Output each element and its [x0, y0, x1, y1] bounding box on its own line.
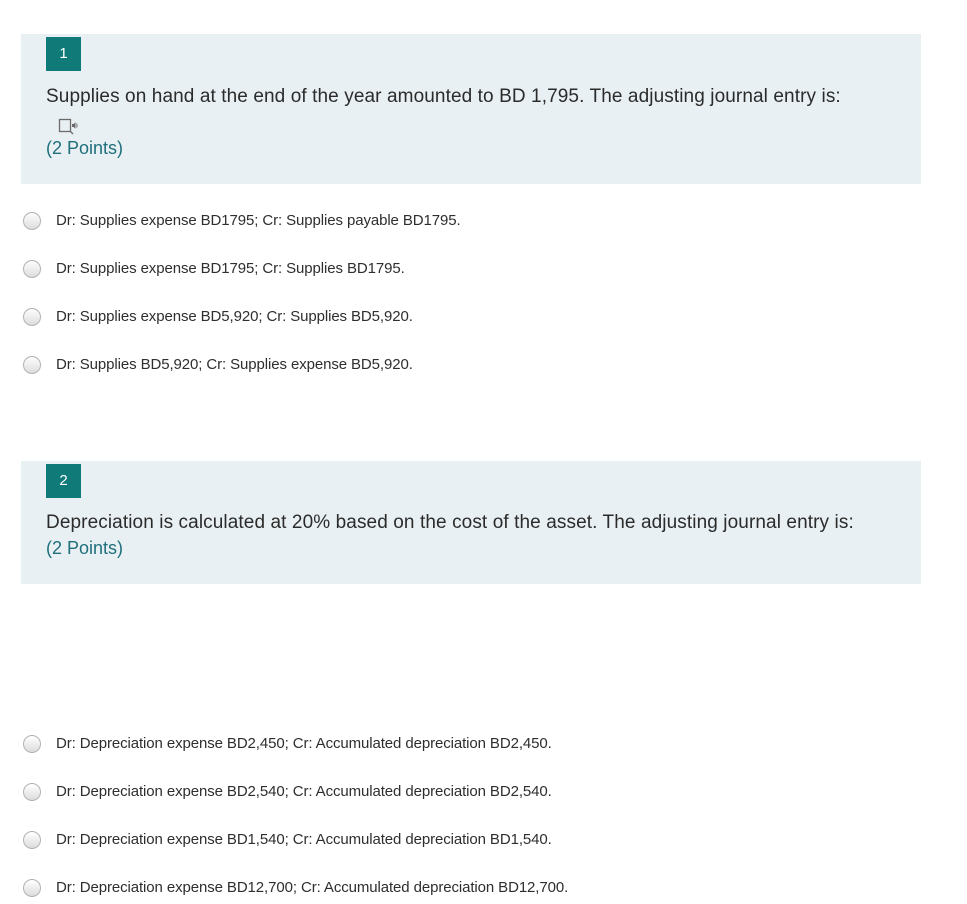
- answer-option-label: Dr: Depreciation expense BD12,700; Cr: A…: [56, 879, 569, 896]
- question-text: Supplies on hand at the end of the year …: [46, 86, 841, 107]
- answer-option[interactable]: Dr: Supplies expense BD1795; Cr: Supplie…: [21, 207, 901, 237]
- immersive-reader-icon[interactable]: [58, 116, 78, 136]
- question-points: (2 Points): [46, 538, 124, 558]
- question-number-badge: 1: [46, 37, 81, 71]
- answer-option[interactable]: Dr: Depreciation expense BD2,450; Cr: Ac…: [21, 730, 901, 760]
- answer-option[interactable]: Dr: Supplies BD5,920; Cr: Supplies expen…: [21, 351, 901, 381]
- question-points: (2 Points): [46, 138, 124, 158]
- radio-button[interactable]: [23, 260, 41, 278]
- answer-option-label: Dr: Supplies BD5,920; Cr: Supplies expen…: [56, 356, 413, 373]
- answer-option-label: Dr: Supplies expense BD1795; Cr: Supplie…: [56, 212, 461, 229]
- question-1: 1 Supplies on hand at the end of the yea…: [21, 34, 921, 374]
- answer-option[interactable]: Dr: Depreciation expense BD2,540; Cr: Ac…: [21, 778, 901, 808]
- question-header: 1 Supplies on hand at the end of the yea…: [21, 34, 921, 184]
- radio-button[interactable]: [23, 308, 41, 326]
- answer-option-label: Dr: Depreciation expense BD1,540; Cr: Ac…: [56, 831, 552, 848]
- answer-option[interactable]: Dr: Depreciation expense BD1,540; Cr: Ac…: [21, 826, 901, 856]
- answer-option-label: Dr: Depreciation expense BD2,540; Cr: Ac…: [56, 783, 552, 800]
- radio-button[interactable]: [23, 212, 41, 230]
- answer-option-label: Dr: Supplies expense BD1795; Cr: Supplie…: [56, 260, 405, 277]
- question-text: Depreciation is calculated at 20% based …: [46, 512, 854, 533]
- radio-button[interactable]: [23, 879, 41, 897]
- answer-option-label: Dr: Depreciation expense BD2,450; Cr: Ac…: [56, 735, 552, 752]
- radio-button[interactable]: [23, 783, 41, 801]
- answer-option[interactable]: Dr: Supplies expense BD5,920; Cr: Suppli…: [21, 303, 901, 333]
- question-number-badge: 2: [46, 464, 81, 498]
- answer-option[interactable]: Dr: Supplies expense BD1795; Cr: Supplie…: [21, 255, 901, 285]
- radio-button[interactable]: [23, 831, 41, 849]
- question-header: 2 Depreciation is calculated at 20% base…: [21, 461, 921, 584]
- answer-option-label: Dr: Supplies expense BD5,920; Cr: Suppli…: [56, 308, 413, 325]
- radio-button[interactable]: [23, 735, 41, 753]
- radio-button[interactable]: [23, 356, 41, 374]
- question-2: 2 Depreciation is calculated at 20% base…: [21, 461, 921, 897]
- answer-option[interactable]: Dr: Depreciation expense BD12,700; Cr: A…: [21, 874, 901, 904]
